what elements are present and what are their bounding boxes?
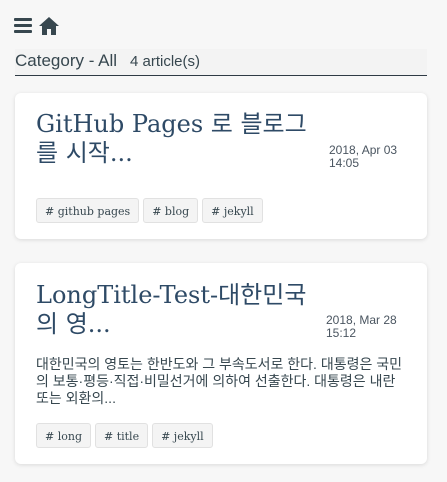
tag[interactable]: # jekyll [202,198,263,223]
home-icon[interactable] [38,15,60,37]
post-excerpt: 대한민국의 영토는 한반도와 그 부속도서로 한다. 대통령은 국민의 보통·평… [36,356,402,406]
menu-icon[interactable] [14,15,36,37]
category-title: Category - All [15,51,118,70]
post-card[interactable]: LongTitle-Test-대한민국의 영... 2018, Mar 28 1… [15,263,427,464]
tag[interactable]: # github pages [36,198,140,223]
tag[interactable]: # title [94,423,149,448]
post-date: 2018, Apr 03 14:05 [329,143,398,170]
post-date: 2018, Mar 28 15:12 [326,313,397,340]
post-title[interactable]: GitHub Pages 로 블로그를 시작... [36,110,321,168]
category-header: Category - All 4 article(s) [15,49,427,76]
tag[interactable]: # blog [143,198,199,223]
tag-list: # long # title # jekyll [36,423,213,448]
post-title[interactable]: LongTitle-Test-대한민국의 영... [36,281,321,339]
tag[interactable]: # long [36,423,91,448]
top-bar [0,0,447,48]
tag-list: # github pages # blog # jekyll [36,198,263,223]
post-card[interactable]: GitHub Pages 로 블로그를 시작... 2018, Apr 03 1… [15,93,427,239]
tag[interactable]: # jekyll [152,423,213,448]
article-count: 4 article(s) [130,53,201,70]
